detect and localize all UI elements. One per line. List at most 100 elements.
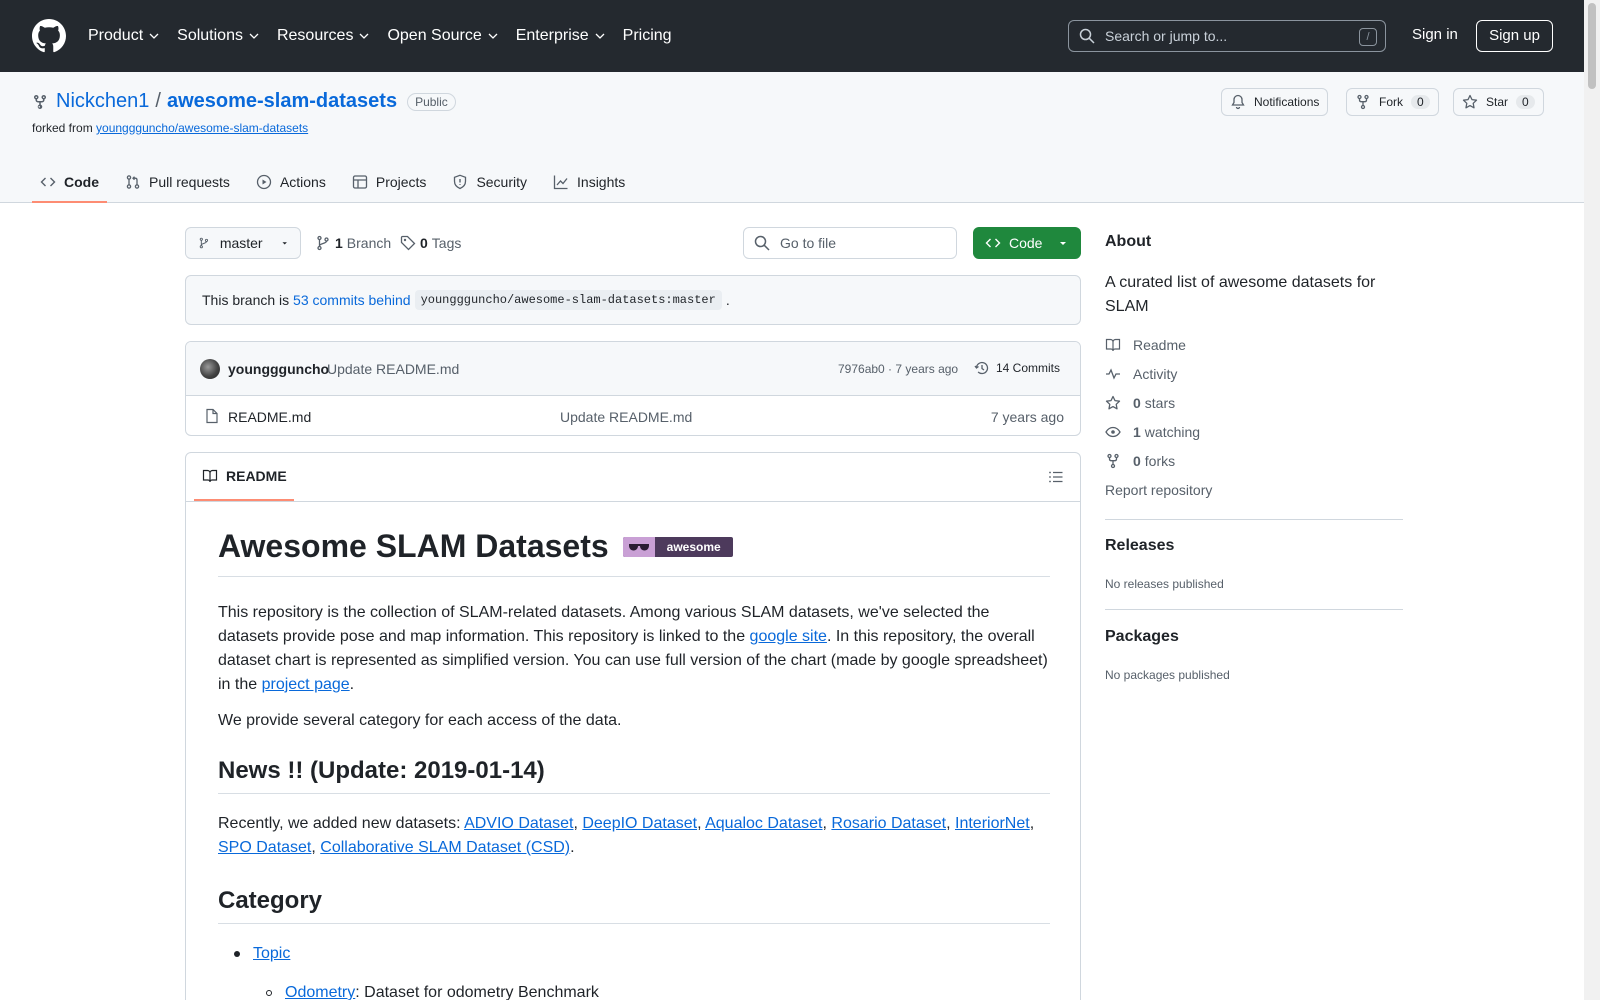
branches-label: Branch — [346, 235, 392, 251]
file-name[interactable]: README.md — [228, 409, 311, 425]
tab-security[interactable]: Security — [444, 160, 535, 203]
advio-dataset-link[interactable]: ADVIO Dataset — [464, 815, 573, 832]
report-repository-link[interactable]: Report repository — [1105, 482, 1212, 498]
avatar[interactable] — [200, 359, 220, 379]
fork-label: Fork — [1379, 95, 1403, 109]
pull-request-icon — [126, 174, 140, 189]
list-item: Odometry: Dataset for odometry Benchmark — [266, 984, 599, 1000]
branches-link[interactable]: 1 Branch — [315, 235, 391, 251]
bullet — [266, 990, 272, 996]
readme-link[interactable]: Readme — [1105, 337, 1186, 353]
csd-dataset-link[interactable]: Collaborative SLAM Dataset (CSD) — [320, 839, 570, 856]
sign-up-button[interactable]: Sign up — [1476, 20, 1553, 52]
tab-code-label: Code — [64, 173, 99, 190]
star-button[interactable]: Star 0 — [1453, 88, 1544, 116]
activity-label: Activity — [1133, 366, 1178, 382]
forks-link[interactable]: 0 forks — [1105, 453, 1175, 469]
report-repository-label: Report repository — [1105, 482, 1213, 498]
releases-heading[interactable]: Releases — [1105, 537, 1174, 555]
commit-message[interactable]: Update README.md — [327, 361, 459, 377]
readme-title: Awesome SLAM Datasets awesome — [218, 528, 733, 565]
news-paragraph: Recently, we added new datasets: ADVIO D… — [218, 815, 1035, 856]
divider — [1105, 519, 1403, 520]
aqualoc-dataset-link[interactable]: Aqualoc Dataset — [705, 815, 822, 832]
code-dropdown-button[interactable]: Code — [973, 227, 1081, 259]
activity-link[interactable]: Activity — [1105, 366, 1177, 382]
fork-button[interactable]: Fork 0 — [1346, 88, 1439, 116]
tab-insights-label: Insights — [577, 173, 626, 190]
nav-resources[interactable]: Resources — [277, 27, 369, 45]
news-heading: News !! (Update: 2019-01-14) — [218, 757, 545, 784]
file-icon — [206, 408, 218, 424]
readme-paragraph-intro: This repository is the collection of SLA… — [218, 601, 1050, 697]
code-icon — [40, 177, 56, 186]
nav-product[interactable]: Product — [88, 27, 159, 45]
file-browser: younggguncho Update README.md 7976ab0 · … — [185, 341, 1081, 436]
nav-enterprise[interactable]: Enterprise — [516, 27, 605, 45]
intro-text-3: . — [349, 676, 355, 693]
sign-in-link[interactable]: Sign in — [1412, 26, 1458, 43]
upstream-ref: younggguncho/awesome-slam-datasets:maste… — [414, 290, 722, 310]
tab-projects-label: Projects — [375, 173, 427, 190]
tab-actions-label: Actions — [279, 173, 326, 190]
repo-tabs: Code Pull requests Actions Projects Secu… — [32, 160, 643, 203]
branch-select[interactable]: master — [185, 227, 301, 259]
search-icon — [754, 235, 770, 251]
repo-name-link[interactable]: awesome-slam-datasets — [167, 90, 397, 113]
table-row[interactable]: README.md Update README.md 7 years ago — [186, 396, 1080, 435]
chevron-down-icon — [359, 33, 369, 39]
chevron-down-icon — [595, 33, 605, 39]
tab-code[interactable]: Code — [32, 160, 107, 203]
commits-count-link[interactable]: 14 Commits — [974, 360, 1060, 376]
go-to-file-input[interactable]: Go to file — [743, 227, 957, 259]
watching-label: watching — [1144, 424, 1201, 440]
topic-link[interactable]: Topic — [253, 945, 290, 963]
fork-icon — [1357, 94, 1369, 110]
commits-behind-link[interactable]: 53 commits behind — [293, 292, 411, 308]
list-unordered-icon[interactable] — [1048, 469, 1064, 485]
commit-meta[interactable]: 7976ab0 · 7 years ago — [838, 362, 958, 376]
repo-owner-link[interactable]: Nickchen1 — [56, 90, 149, 113]
watching-link[interactable]: 1 watching — [1105, 424, 1200, 440]
notifications-button[interactable]: Notifications — [1221, 88, 1329, 116]
git-branch-icon — [199, 237, 209, 249]
github-logo-icon[interactable] — [32, 19, 66, 53]
project-page-link[interactable]: project page — [262, 676, 350, 693]
tab-insights[interactable]: Insights — [545, 160, 633, 203]
scrollbar-thumb[interactable] — [1588, 3, 1596, 89]
repo-description: A curated list of awesome datasets for S… — [1105, 274, 1376, 315]
page-scrollbar[interactable] — [1584, 0, 1600, 1000]
readme-tab[interactable]: README — [202, 468, 287, 484]
interiornet-link[interactable]: InteriorNet — [955, 815, 1030, 832]
fork-count: 0 — [1411, 95, 1430, 109]
readme-paragraph-category-note: We provide several category for each acc… — [218, 712, 622, 729]
packages-heading[interactable]: Packages — [1105, 628, 1179, 646]
chevron-down-icon — [488, 33, 498, 39]
google-site-link[interactable]: google site — [750, 628, 827, 645]
tags-link[interactable]: 0 Tags — [400, 235, 461, 251]
forked-from-label: forked from — [32, 121, 93, 135]
awesome-badge[interactable]: awesome — [622, 536, 733, 557]
tab-pull-requests[interactable]: Pull requests — [117, 160, 238, 203]
file-commit-message[interactable]: Update README.md — [560, 409, 692, 425]
nav-open-source[interactable]: Open Source — [387, 27, 498, 45]
commit-author[interactable]: younggguncho — [228, 361, 329, 377]
spo-dataset-link[interactable]: SPO Dataset — [218, 839, 311, 856]
nav-solutions[interactable]: Solutions — [177, 27, 259, 45]
rosario-dataset-link[interactable]: Rosario Dataset — [831, 815, 946, 832]
star-count: 0 — [1516, 95, 1535, 109]
tab-actions[interactable]: Actions — [248, 160, 334, 203]
odometry-link[interactable]: Odometry — [285, 984, 355, 1000]
tags-count: 0 — [420, 235, 428, 251]
forked-from-link[interactable]: younggguncho/awesome-slam-datasets — [96, 121, 308, 135]
readme-header: README — [186, 453, 1080, 502]
go-to-file-placeholder: Go to file — [780, 235, 837, 251]
table-icon — [352, 174, 368, 189]
tag-icon — [400, 235, 416, 251]
deepio-dataset-link[interactable]: DeepIO Dataset — [582, 815, 697, 832]
tab-projects[interactable]: Projects — [344, 160, 435, 203]
search-shortcut-key: / — [1359, 28, 1377, 46]
nav-pricing[interactable]: Pricing — [623, 27, 672, 45]
search-input[interactable]: Search or jump to... / — [1068, 20, 1386, 52]
stars-link[interactable]: 0 stars — [1105, 395, 1175, 411]
